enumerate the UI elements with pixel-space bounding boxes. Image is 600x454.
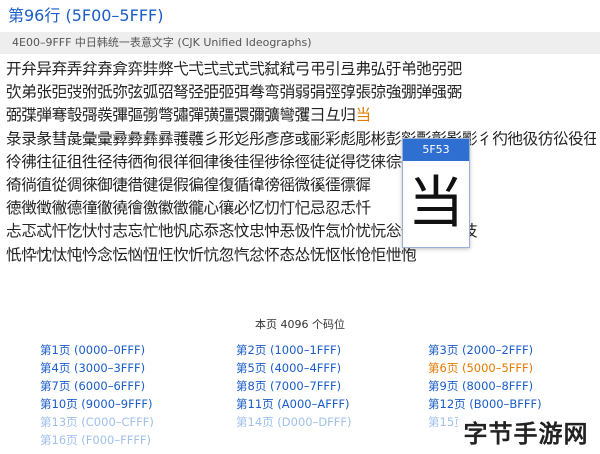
codepoint-count: 本页 4096 个码位	[255, 318, 345, 331]
page-link[interactable]: 第1页 (0000–0FFF)	[40, 342, 145, 358]
page-link[interactable]: 第11页 (A000–AFFF)	[236, 396, 350, 412]
page-link[interactable]: 第3页 (2000–2FFF)	[428, 342, 533, 358]
block-subtitle: 4E00–9FFF 中日韩统一表意文字 (CJK Unified Ideogra…	[0, 32, 600, 54]
page-link-current[interactable]: 第6页 (5000–5FFF)	[428, 360, 533, 376]
page-link[interactable]: 第2页 (1000–1FFF)	[236, 342, 341, 358]
grid-line[interactable]: 开弁异弃弄弅弆弇弈弉弊弋弌弍弎式弐弑弒弓弔引弖弗弘弙弚弛弜弝	[6, 58, 596, 81]
page-link[interactable]: 第4页 (3000–3FFF)	[40, 360, 145, 376]
page-row: 第1页 (0000–0FFF) 第2页 (1000–1FFF) 第3页 (200…	[0, 342, 600, 360]
grid-line[interactable]: 弼弽弾弿彀彁彂彃彄彅彆彇彈彉彊彋彌彍彎彏彐彑归当	[6, 104, 596, 127]
highlighted-char[interactable]: 当	[355, 106, 371, 124]
grid-line[interactable]: 彾彿往征徂徃径待徆徇很徉徊律後徍徎徏徐徑徒従得徔徕徖得徘徙徚	[6, 151, 596, 174]
grid-line[interactable]: 弞弟张弡弢弣弤弥弦弧弨弩弪弫弬弭弮弯弰弱弲弳弴張弶強弸弹强弻	[6, 81, 596, 104]
grid-line[interactable]: 忯忰忱忲忳忴念忶忷忸忹忺忻忼忽忾忿怀态怂怃怄怅怆怇怈怉	[6, 244, 596, 267]
grid-line[interactable]: 徳徴徵徶德徸徹徺徻徼徽徾徿心忀必忆忉忊忋忌忍忎忏	[6, 197, 596, 220]
character-grid: 开弁异弃弄弅弆弇弈弉弊弋弌弍弎式弐弑弒弓弔引弖弗弘弙弚弛弜弝 弞弟张弡弢弣弤弥弦…	[6, 58, 596, 267]
page-row: 第4页 (3000–3FFF) 第5页 (4000–4FFF) 第6页 (500…	[0, 360, 600, 378]
grid-line-text[interactable]: 弼弽弾弿彀彁彂彃彄彅彆彇彈彉彊彋彌彍彎彏彐彑归	[6, 106, 356, 124]
page-link[interactable]: 第8页 (7000–7FFF)	[236, 378, 341, 394]
grid-line[interactable]: 彔录彖彗彘彙彚彛彜彝彞彟彠彡形彣彤彥彦彧彨彩彪彫彬彭彮彯彰影彲彳彴彵彶彷彸役彺彻…	[6, 128, 596, 151]
page-link[interactable]: 第7页 (6000–6FFF)	[40, 378, 145, 394]
popup-code: 5F53	[403, 139, 469, 161]
popup-char: 当	[408, 171, 464, 236]
site-watermark: 字节手游网	[458, 412, 594, 450]
page-link[interactable]: 第16页 (F000–FFFF)	[40, 432, 151, 448]
page-link[interactable]: 第10页 (9000–9FFF)	[40, 396, 152, 412]
page-title: 第96行 (5F00–5FFF)	[8, 6, 164, 25]
page-row: 第7页 (6000–6FFF) 第8页 (7000–7FFF) 第9页 (800…	[0, 378, 600, 396]
page-link[interactable]: 第14页 (D000–DFFF)	[236, 414, 352, 430]
page-link[interactable]: 第5页 (4000–4FFF)	[236, 360, 341, 376]
page-link[interactable]: 第9页 (8000–8FFF)	[428, 378, 533, 394]
grid-line[interactable]: 忐忑忒忓忔忕忖志忘忙忚忛応忝忞忟忠忡忢忣忤忥忦忧忨忩忪快忬忭忮	[6, 220, 596, 243]
char-preview-popup: 5F53 当	[402, 138, 470, 248]
grid-line[interactable]: 徛徜徝從徟徠御徢徣徤徥徦徧徨復循徫徬徭微徯徰徱徲	[6, 174, 596, 197]
page-link[interactable]: 第12页 (B000–BFFF)	[428, 396, 542, 412]
page-link[interactable]: 第13页 (C000–CFFF)	[40, 414, 154, 430]
